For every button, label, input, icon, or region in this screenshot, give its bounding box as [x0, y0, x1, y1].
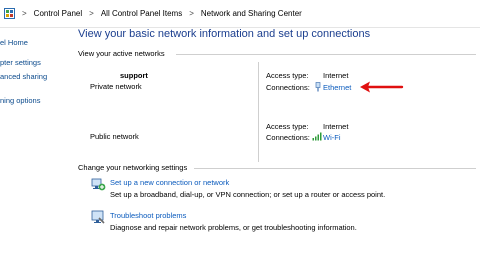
access-type-label: Access type: — [266, 122, 309, 131]
breadcrumb-separator[interactable]: > — [89, 9, 94, 18]
ethernet-connection-link[interactable]: Ethernet — [323, 83, 351, 92]
media-streaming-options-link[interactable]: ning options — [0, 96, 40, 105]
troubleshoot-icon — [90, 209, 106, 225]
page-title: View your basic network information and … — [78, 28, 371, 40]
breadcrumb-separator[interactable]: > — [22, 9, 27, 18]
change-advanced-sharing-link[interactable]: anced sharing — [0, 72, 47, 81]
setup-new-connection-link[interactable]: Set up a new connection or network — [110, 178, 229, 187]
breadcrumb-all-items[interactable]: All Control Panel Items — [101, 9, 182, 18]
breadcrumb-separator[interactable]: > — [189, 9, 194, 18]
setup-new-connection-description: Set up a broadband, dial-up, or VPN conn… — [110, 190, 386, 199]
access-type-value: Internet — [323, 71, 349, 80]
connections-label: Connections: — [266, 133, 310, 142]
network-column-divider — [258, 62, 259, 162]
network-category: Public network — [90, 132, 139, 141]
section-divider — [176, 54, 476, 55]
breadcrumb-network-sharing-center[interactable]: Network and Sharing Center — [201, 9, 302, 18]
annotation-arrow-icon — [360, 81, 404, 93]
connections-label: Connections: — [266, 83, 310, 92]
network-category: Private network — [90, 82, 142, 91]
troubleshoot-problems-link[interactable]: Troubleshoot problems — [110, 211, 186, 220]
new-connection-icon — [90, 176, 106, 192]
control-panel-icon — [4, 8, 15, 19]
network-name: support — [120, 71, 148, 80]
control-panel-home-link[interactable]: el Home — [0, 38, 28, 47]
access-type-value: Internet — [323, 122, 349, 131]
change-settings-heading: Change your networking settings — [78, 163, 188, 172]
wifi-connection-link[interactable]: Wi-Fi — [323, 133, 341, 142]
section-divider — [194, 168, 476, 169]
ethernet-icon — [315, 82, 321, 94]
main-content: View your basic network information and … — [66, 28, 480, 260]
troubleshoot-problems-description: Diagnose and repair network problems, or… — [110, 223, 357, 232]
wifi-signal-icon — [312, 132, 322, 143]
change-adapter-settings-link[interactable]: pter settings — [0, 58, 41, 67]
address-bar[interactable]: > Control Panel > All Control Panel Item… — [0, 0, 480, 28]
breadcrumb-control-panel[interactable]: Control Panel — [34, 9, 82, 18]
active-networks-heading: View your active networks — [78, 49, 165, 58]
left-pane: el Home pter settings anced sharing ning… — [0, 30, 66, 260]
access-type-label: Access type: — [266, 71, 309, 80]
